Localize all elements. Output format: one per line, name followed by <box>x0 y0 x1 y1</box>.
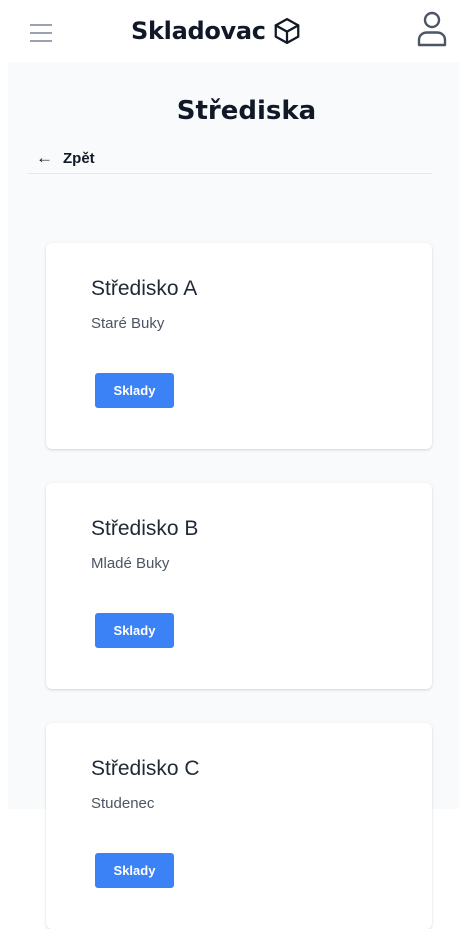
back-label: Zpět <box>63 149 95 167</box>
center-name: Středisko A <box>91 277 198 300</box>
warehouses-button[interactable]: Sklady <box>95 613 174 648</box>
center-card: Středisko C Studenec Sklady <box>46 723 432 929</box>
center-location: Staré Buky <box>91 315 165 332</box>
cube-icon <box>274 18 300 44</box>
brand-logo[interactable]: Skladovac <box>131 11 302 51</box>
main-content: Střediska ← Zpět Středisko A Staré Buky … <box>8 62 459 929</box>
page-title: Střediska <box>176 96 317 126</box>
warehouses-button[interactable]: Sklady <box>95 853 174 888</box>
user-icon[interactable] <box>417 11 447 47</box>
center-location: Mladé Buky <box>91 555 170 572</box>
arrow-left-icon: ← <box>36 148 53 167</box>
center-name: Středisko B <box>91 517 199 540</box>
brand-name: Skladovac <box>131 17 266 45</box>
warehouses-button[interactable]: Sklady <box>95 373 174 408</box>
center-location: Studenec <box>91 795 155 812</box>
top-navigation-bar: Skladovac <box>0 0 459 62</box>
center-name: Středisko C <box>91 757 200 780</box>
hamburger-menu-icon[interactable] <box>30 24 52 42</box>
center-card: Středisko A Staré Buky Sklady <box>46 243 432 449</box>
back-button[interactable]: ← Zpět <box>36 147 95 169</box>
divider <box>28 173 432 174</box>
center-card: Středisko B Mladé Buky Sklady <box>46 483 432 689</box>
